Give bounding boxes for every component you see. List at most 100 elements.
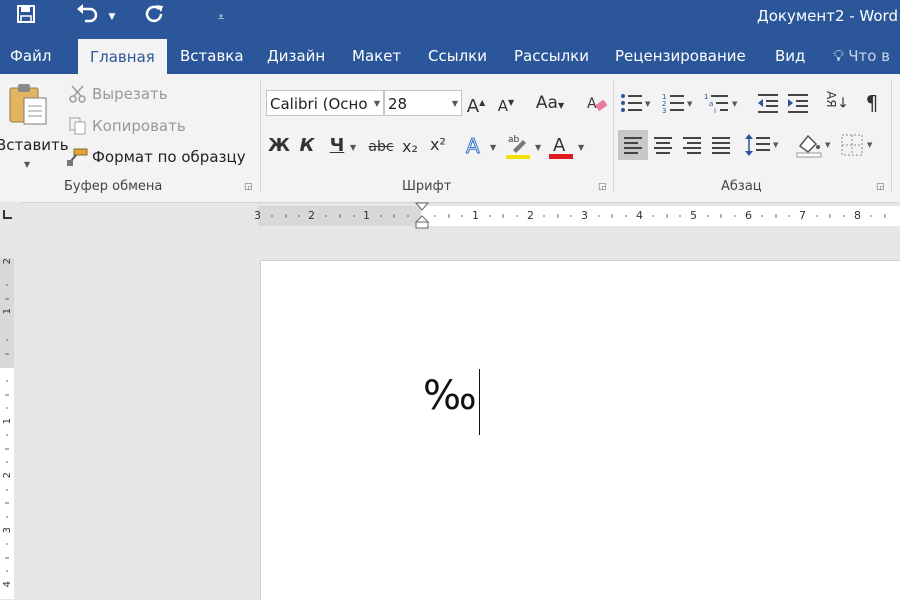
svg-text:A: A [466, 134, 480, 158]
tab-insert[interactable]: Вставка [180, 36, 244, 74]
clipboard-icon [8, 82, 48, 130]
justify-icon[interactable] [706, 130, 736, 164]
underline-dropdown-icon[interactable]: ▼ [350, 143, 356, 152]
indent-marker-icon[interactable] [415, 202, 429, 232]
tab-file[interactable]: Файл [10, 36, 51, 74]
decrease-indent-icon[interactable] [756, 92, 780, 118]
underline-button[interactable]: Ч [326, 134, 348, 158]
group-divider [613, 80, 614, 192]
customize-qat-icon[interactable]: ⩡ [210, 3, 232, 31]
font-launcher-icon[interactable]: ◲ [598, 182, 608, 192]
horizontal-ruler[interactable]: 3 2 1 1 2 3 4 5 6 7 8 [254, 202, 900, 229]
highlight-dropdown-icon[interactable]: ▼ [535, 143, 541, 152]
paste-label: Вставить [0, 136, 69, 154]
italic-button[interactable]: К [296, 134, 318, 158]
copy-icon [68, 116, 88, 140]
sort-icon: АЯ [824, 91, 839, 108]
document-text[interactable]: ‰ [423, 373, 477, 419]
paragraph-launcher-icon[interactable]: ◲ [876, 182, 886, 192]
tell-me-search[interactable]: 💡︎ Что в [833, 36, 890, 74]
ribbon: Вставить ▼ Вырезать Копировать Формат по… [0, 74, 900, 203]
bold-button[interactable]: Ж [266, 134, 292, 158]
ruler-ticks [5, 284, 9, 572]
svg-text:1: 1 [704, 93, 708, 101]
tab-review[interactable]: Рецензирование [615, 36, 746, 74]
clear-formatting-icon[interactable]: A [586, 94, 608, 118]
tab-design[interactable]: Дизайн [267, 36, 325, 74]
svg-text:▼: ▼ [867, 141, 873, 149]
tab-view[interactable]: Вид [775, 36, 805, 74]
svg-text:A: A [553, 135, 566, 156]
clipboard-group-label: Буфер обмена [64, 179, 163, 194]
bullets-icon[interactable]: ▼ [620, 92, 652, 118]
subscript-button[interactable]: x₂ [398, 135, 422, 159]
svg-text:i: i [714, 107, 716, 114]
svg-text:a: a [709, 100, 713, 108]
change-case-button[interactable]: Aa▼ [530, 91, 570, 115]
paste-button[interactable]: Вставить ▼ [0, 78, 69, 174]
text-effects-dropdown-icon[interactable]: ▼ [490, 143, 496, 152]
title-bar: ▼ ⩡ Документ2 - Word [0, 0, 900, 36]
borders-icon[interactable]: ▼ [840, 132, 880, 162]
window-title: Документ2 - Word [757, 7, 898, 25]
copy-button[interactable]: Копировать [92, 117, 186, 135]
tab-home[interactable]: Главная [78, 39, 167, 74]
align-right-icon[interactable] [677, 130, 707, 164]
svg-text:ab: ab [508, 135, 520, 145]
increase-indent-icon[interactable] [786, 92, 810, 118]
svg-text:▼: ▼ [645, 100, 651, 108]
text-effects-icon[interactable]: A [464, 134, 486, 162]
lightbulb-icon: 💡︎ [833, 46, 845, 65]
text-cursor [479, 369, 480, 435]
show-formatting-icon[interactable]: ¶ [860, 91, 884, 115]
change-case-icon: Aa [535, 93, 558, 113]
font-color-icon[interactable]: A [548, 132, 574, 164]
ruler-ticks [271, 214, 886, 218]
sort-button[interactable]: АЯ↓ [824, 91, 850, 115]
cut-button[interactable]: Вырезать [92, 85, 168, 103]
font-name-input[interactable]: Calibri (Осно ▼ [266, 90, 384, 116]
tab-selector[interactable] [0, 202, 20, 224]
redo-icon[interactable] [140, 3, 170, 31]
superscript-button[interactable]: x² [426, 133, 450, 157]
grow-font-button[interactable]: A▲ [466, 91, 486, 117]
highlight-icon[interactable]: ab [505, 132, 531, 164]
font-color-dropdown-icon[interactable]: ▼ [578, 143, 584, 152]
format-painter-icon [66, 147, 88, 171]
align-left-button[interactable] [618, 130, 648, 160]
vertical-ruler[interactable]: 2 1 1 2 3 4 [0, 258, 14, 599]
svg-text:▼: ▼ [732, 100, 738, 108]
font-size-input[interactable]: 28 ▼ [384, 90, 462, 116]
clipboard-launcher-icon[interactable]: ◲ [244, 182, 254, 192]
tell-me-label: Что в [848, 47, 891, 65]
document-page[interactable]: ‰ [260, 260, 900, 600]
svg-text:▼: ▼ [773, 141, 779, 149]
align-center-icon[interactable] [648, 130, 678, 164]
format-painter-button[interactable]: Формат по образцу [92, 148, 246, 166]
save-icon[interactable] [12, 3, 40, 31]
tab-references[interactable]: Ссылки [428, 36, 487, 74]
undo-dropdown-icon[interactable]: ▼ [104, 3, 120, 31]
tab-layout[interactable]: Макет [352, 36, 401, 74]
tab-mailings[interactable]: Рассылки [514, 36, 589, 74]
font-size-value: 28 [388, 95, 408, 113]
undo-icon[interactable] [72, 3, 102, 31]
line-spacing-icon[interactable]: ▼ [744, 132, 784, 162]
svg-text:▼: ▼ [825, 141, 831, 149]
shading-icon[interactable]: ▼ [796, 132, 836, 162]
font-group-label: Шрифт [402, 179, 452, 194]
group-divider [260, 80, 261, 192]
shrink-font-button[interactable]: A▼ [496, 91, 516, 115]
svg-text:▼: ▼ [687, 100, 693, 108]
grow-font-icon: A [466, 96, 480, 117]
chevron-down-icon: ▼ [373, 99, 380, 108]
paragraph-group-label: Абзац [721, 179, 762, 194]
numbering-icon[interactable]: 1 2 3 ▼ [662, 92, 694, 118]
strikethrough-button[interactable]: abc [366, 135, 396, 159]
align-left-icon [624, 137, 642, 154]
multilevel-list-icon[interactable]: 1 a i ▼ [704, 92, 740, 118]
chevron-down-icon: ▼ [451, 99, 458, 108]
group-divider [891, 80, 892, 192]
svg-text:3: 3 [662, 107, 666, 114]
svg-text:A: A [587, 96, 597, 112]
